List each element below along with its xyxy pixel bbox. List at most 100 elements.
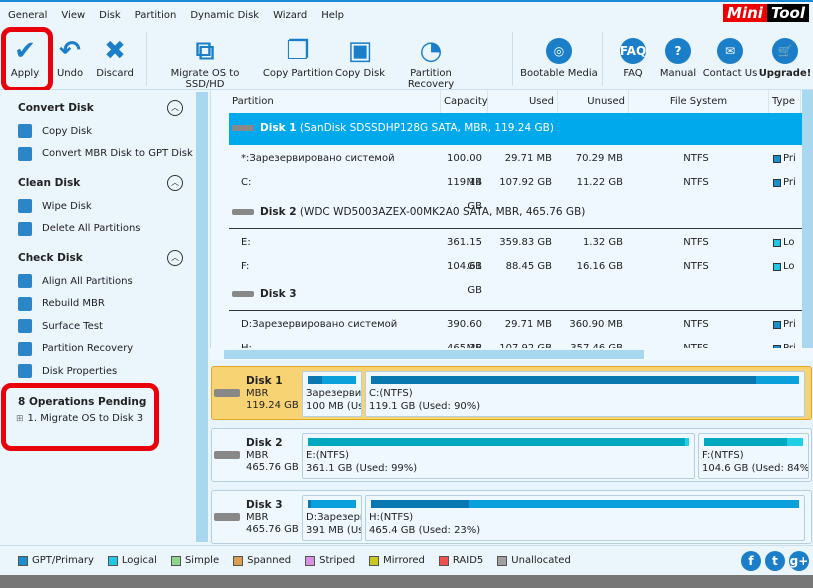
menu-view[interactable]: View bbox=[61, 10, 85, 21]
undo-button[interactable]: ↶ Undo bbox=[52, 34, 88, 79]
copy-partition-icon: ❐ bbox=[286, 36, 310, 66]
partition-row[interactable]: *:Зарезервировано системой 100.00 MB 29.71… bbox=[229, 147, 802, 188]
disk-card-3[interactable]: Disk 3MBR465.76 GB D:Зарезерв 391 MB (Use H… bbox=[211, 490, 812, 544]
menu-wizard[interactable]: Wizard bbox=[273, 10, 307, 21]
sidebar-item-label: Partition Recovery bbox=[42, 343, 134, 354]
usage-fill bbox=[371, 500, 470, 508]
partition-block[interactable]: H:(NTFS) 465.4 GB (Used: 23%) bbox=[365, 495, 805, 541]
usage-bar bbox=[308, 376, 356, 384]
table-vertical-scrollbar[interactable] bbox=[802, 90, 813, 348]
cell-partition: D:Зарезервировано системой bbox=[241, 319, 398, 330]
upgrade-button[interactable]: 🛒 Upgrade! bbox=[758, 34, 812, 79]
action-icon bbox=[18, 341, 32, 356]
table-horizontal-scrollbar[interactable] bbox=[210, 348, 800, 360]
legend-swatch bbox=[305, 555, 316, 566]
migrate-os-to-ssd-hd-button[interactable]: ⧉ Migrate OS to SSD/HD bbox=[150, 34, 260, 91]
faq-button[interactable]: FAQ FAQ bbox=[612, 34, 654, 79]
partition-block[interactable]: Зарезервир 100 MB (Use bbox=[302, 371, 362, 417]
usage-bar bbox=[308, 500, 356, 508]
usage-fill bbox=[308, 376, 323, 384]
partition-usage: 465.4 GB (Used: 23%) bbox=[369, 525, 481, 536]
usage-bar bbox=[704, 438, 803, 446]
collapse-icon[interactable]: ︿ bbox=[167, 175, 183, 191]
disk-row[interactable]: Disk 2 (WDC WD5003AZEX-00MK2A0 SATA, MBR… bbox=[229, 197, 802, 229]
partition-table: Partition Capacity Used Unused File System Ty… bbox=[210, 90, 813, 378]
sidebar-item-convert-mbr-disk-to-gpt-disk[interactable]: Convert MBR Disk to GPT Disk bbox=[18, 146, 193, 161]
sidebar-item-wipe-disk[interactable]: Wipe Disk bbox=[18, 199, 92, 213]
faq-icon: FAQ bbox=[620, 34, 646, 68]
facebook-icon[interactable]: f bbox=[741, 550, 761, 571]
legend-simple: Simple bbox=[170, 555, 219, 566]
scroll-thumb[interactable] bbox=[224, 350, 644, 359]
discard-button[interactable]: ✖ Discard bbox=[94, 34, 136, 79]
undo-icon: ↶ bbox=[59, 36, 81, 66]
manual-button[interactable]: ? Manual bbox=[656, 34, 700, 79]
disk-icon bbox=[232, 291, 254, 297]
partition-block[interactable]: D:Зарезерв 391 MB (Use bbox=[302, 495, 362, 541]
partition-block[interactable]: C:(NTFS) 119.1 GB (Used: 90%) bbox=[365, 371, 805, 417]
menu-general[interactable]: General bbox=[8, 10, 47, 21]
sidebar-item-align-all-partitions[interactable]: Align All Partitions bbox=[18, 274, 133, 288]
column-header-partition[interactable]: Partition bbox=[229, 90, 441, 113]
cell-file-system: NTFS bbox=[683, 177, 709, 188]
collapse-icon[interactable]: ︿ bbox=[167, 100, 183, 116]
partition-row[interactable]: D:Зарезервировано системой390.60 MB29.71… bbox=[229, 313, 802, 354]
google-plus-icon[interactable]: g+ bbox=[789, 550, 809, 571]
cell-unused: 1.32 GB bbox=[582, 237, 623, 248]
cell-used: 29.71 MB bbox=[504, 153, 552, 164]
action-icon bbox=[18, 274, 32, 288]
twitter-icon[interactable]: t bbox=[765, 550, 785, 571]
section-title: Check Disk bbox=[18, 252, 83, 264]
column-header-unused[interactable]: Unused bbox=[558, 90, 629, 113]
sidebar-item-disk-properties[interactable]: Disk Properties bbox=[18, 364, 117, 378]
column-header-used[interactable]: Used bbox=[488, 90, 558, 113]
legend-swatch bbox=[369, 555, 380, 566]
disk-card-1[interactable]: Disk 1MBR119.24 GB Зарезервир 100 MB (Use C… bbox=[211, 366, 812, 420]
section-title: Convert Disk bbox=[18, 102, 94, 114]
partition-usage: 119.1 GB (Used: 90%) bbox=[369, 401, 481, 412]
partition-block[interactable]: E:(NTFS) 361.1 GB (Used: 99%) bbox=[302, 433, 695, 479]
sidebar-item-delete-all-partitions[interactable]: Delete All Partitions bbox=[18, 221, 141, 236]
column-header-type[interactable]: Type bbox=[769, 90, 801, 113]
sidebar-item-copy-disk[interactable]: Copy Disk bbox=[18, 124, 92, 138]
sidebar-item-partition-recovery[interactable]: Partition Recovery bbox=[18, 341, 134, 356]
type-color-icon bbox=[773, 239, 781, 247]
partition-row[interactable]: E: 361.15 GB 359.83 GB 1.32 GB NTFS Lo bbox=[229, 231, 802, 272]
disk-row[interactable]: Disk 3 bbox=[229, 279, 802, 311]
partition-row[interactable]: C: 119.14 GB 107.92 GB 11.22 GB NTFS Pri bbox=[229, 171, 802, 212]
contact-us-button[interactable]: ✉ Contact Us bbox=[702, 34, 758, 79]
sidebar-item-surface-test[interactable]: Surface Test bbox=[18, 319, 103, 333]
sidebar-item-label: Align All Partitions bbox=[42, 275, 133, 287]
bootable-media-button[interactable]: ◎ Bootable Media bbox=[520, 34, 598, 79]
sidebar-item-label: Wipe Disk bbox=[42, 200, 92, 212]
sidebar: Convert Disk ︿ Copy Disk Convert MBR Disk t… bbox=[0, 90, 210, 545]
legend-swatch bbox=[18, 555, 28, 566]
type-color-icon bbox=[773, 263, 781, 271]
sidebar-item-rebuild-mbr[interactable]: Rebuild MBR bbox=[18, 296, 105, 311]
disk-card-2[interactable]: Disk 2 MBR 465.76 GB E:(NTFS) 361.1 GB (Used… bbox=[211, 428, 812, 482]
type-color-icon bbox=[773, 179, 781, 187]
section-title: Clean Disk bbox=[18, 177, 81, 189]
disk-icon bbox=[214, 389, 240, 397]
copy-disk-button[interactable]: ▣ Copy Disk bbox=[334, 34, 386, 79]
column-header-capacity[interactable]: Capacity bbox=[441, 90, 488, 113]
sidebar-scrollbar[interactable] bbox=[196, 92, 208, 542]
menu-dynamic-disk[interactable]: Dynamic Disk bbox=[190, 10, 259, 21]
disk-row[interactable]: Disk 1 (SanDisk SDSSDHP128G SATA, MBR, 1… bbox=[229, 113, 802, 145]
partition-recovery-button[interactable]: ◔ Partition Recovery bbox=[388, 34, 474, 90]
collapse-icon[interactable]: ︿ bbox=[167, 250, 183, 266]
toolbar-label: Undo bbox=[56, 68, 84, 79]
column-header-file-system[interactable]: File System bbox=[629, 90, 769, 113]
menu-help[interactable]: Help bbox=[321, 10, 344, 21]
cell-partition: *:Зарезервировано системой bbox=[241, 153, 395, 164]
copy-partition-button[interactable]: ❐ Copy Partition bbox=[262, 34, 334, 79]
cell-used: 29.71 MB bbox=[504, 319, 552, 330]
action-icon bbox=[18, 146, 32, 161]
cell-file-system: NTFS bbox=[683, 261, 709, 272]
legend-spanned: Spanned bbox=[233, 555, 291, 566]
partition-row[interactable]: F: 104.61 GB 88.45 GB 16.16 GB NTFS Lo bbox=[229, 255, 802, 296]
partition-block[interactable]: F:(NTFS) 104.6 GB (Used: 84%) bbox=[698, 433, 809, 479]
menu-disk[interactable]: Disk bbox=[99, 10, 120, 21]
legend-swatch bbox=[438, 555, 449, 566]
menu-partition[interactable]: Partition bbox=[135, 10, 177, 21]
